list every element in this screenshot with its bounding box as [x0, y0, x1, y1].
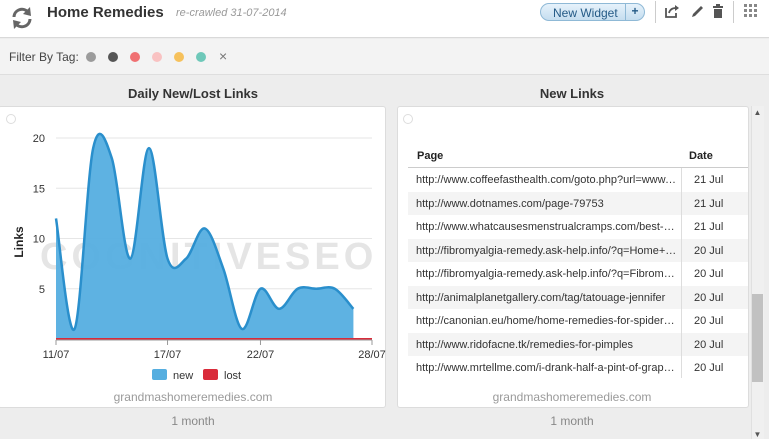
link-date: 20 Jul: [681, 356, 748, 378]
link-date: 20 Jul: [681, 238, 748, 262]
table-row[interactable]: http://canonian.eu/home/home-remedies-fo…: [408, 309, 748, 333]
link-url[interactable]: http://www.ridofacne.tk/remedies-for-pim…: [416, 339, 678, 351]
link-date: 20 Jul: [681, 309, 748, 333]
link-date: 20 Jul: [681, 262, 748, 286]
page-scrollbar[interactable]: [751, 106, 764, 439]
legend-lost-swatch[interactable]: [203, 369, 218, 380]
scroll-down-icon[interactable]: ▼: [753, 430, 762, 439]
column-date[interactable]: Date: [689, 150, 713, 162]
link-date: 20 Jul: [681, 285, 748, 309]
new-widget-label: New Widget: [553, 6, 618, 20]
link-date: 20 Jul: [681, 332, 748, 356]
links-area-chart: 5 10 15 20 Links 11/07 17/07 22/07 28/07 new lost: [12, 132, 386, 382]
legend-new-swatch[interactable]: [152, 369, 167, 380]
series-new-area: [56, 133, 354, 339]
link-date: 21 Jul: [681, 191, 748, 215]
y-tick-label: 20: [33, 133, 45, 145]
link-url[interactable]: http://canonian.eu/home/home-remedies-fo…: [416, 315, 678, 327]
x-tick-label: 28/07: [358, 349, 386, 361]
table-period[interactable]: 1 month: [397, 414, 747, 428]
toolbar-divider: [733, 1, 734, 23]
x-tick-label: 11/07: [43, 349, 70, 361]
chart-period[interactable]: 1 month: [0, 414, 386, 428]
x-tick-label: 22/07: [247, 349, 275, 361]
panel-select-radio[interactable]: [403, 114, 413, 124]
table-row[interactable]: http://www.coffeefasthealth.com/goto.php…: [408, 168, 748, 192]
x-tick-label: 17/07: [154, 349, 182, 361]
y-tick-label: 15: [33, 183, 45, 195]
table-panel-title: New Links: [539, 86, 605, 101]
link-url[interactable]: http://www.dotnames.com/page-79753: [416, 198, 678, 210]
table-row[interactable]: http://www.ridofacne.tk/remedies-for-pim…: [408, 332, 748, 356]
table-row[interactable]: http://www.mrtellme.com/i-drank-half-a-p…: [408, 356, 748, 378]
table-header: Page Date: [408, 148, 748, 168]
link-url[interactable]: http://www.coffeefasthealth.com/goto.php…: [416, 174, 678, 186]
table-row[interactable]: http://www.whatcausesmenstrualcramps.com…: [408, 215, 748, 239]
link-url[interactable]: http://fibromyalgia-remedy.ask-help.info…: [416, 268, 678, 280]
toolbar-divider: [655, 1, 656, 23]
scroll-thumb[interactable]: [752, 294, 763, 382]
table-row[interactable]: http://fibromyalgia-remedy.ask-help.info…: [408, 238, 748, 262]
table-row[interactable]: http://fibromyalgia-remedy.ask-help.info…: [408, 262, 748, 286]
legend-new-label: new: [173, 370, 193, 382]
table-body: http://www.coffeefasthealth.com/goto.php…: [408, 168, 748, 378]
grid-menu-icon[interactable]: [743, 3, 759, 19]
trash-icon[interactable]: [710, 3, 726, 19]
y-axis-title: Links: [12, 226, 26, 258]
legend-lost-label: lost: [224, 370, 241, 382]
link-date: 21 Jul: [681, 168, 748, 192]
y-tick-label: 5: [39, 284, 45, 296]
table-row[interactable]: http://animalplanetgallery.com/tag/tatou…: [408, 285, 748, 309]
link-date: 21 Jul: [681, 215, 748, 239]
new-widget-button[interactable]: New Widget +: [540, 3, 645, 21]
table-site-label: grandmashomeremedies.com: [492, 390, 652, 404]
link-url[interactable]: http://www.mrtellme.com/i-drank-half-a-p…: [416, 362, 678, 374]
y-tick-label: 10: [33, 234, 45, 246]
table-row[interactable]: http://www.dotnames.com/page-79753 21 Jul: [408, 191, 748, 215]
link-url[interactable]: http://fibromyalgia-remedy.ask-help.info…: [416, 245, 678, 257]
chart-site-label: grandmashomeremedies.com: [113, 390, 273, 404]
link-url[interactable]: http://animalplanetgallery.com/tag/tatou…: [416, 292, 678, 304]
share-icon[interactable]: [664, 3, 680, 19]
plus-icon: +: [625, 4, 644, 20]
scroll-up-icon[interactable]: ▲: [753, 108, 762, 117]
edit-icon[interactable]: [690, 3, 706, 19]
column-page[interactable]: Page: [417, 150, 443, 162]
link-url[interactable]: http://www.whatcausesmenstrualcramps.com…: [416, 221, 678, 233]
